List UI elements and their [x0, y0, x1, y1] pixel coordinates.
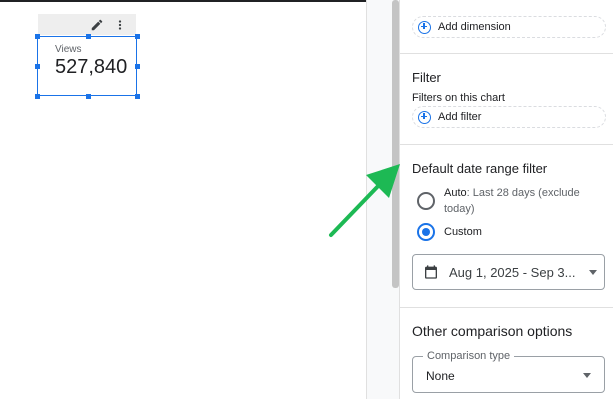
radio-custom-label[interactable]: Custom	[444, 224, 482, 240]
annotation-arrow-icon	[329, 164, 400, 237]
more-vert-icon[interactable]	[113, 18, 127, 32]
comparison-type-value: None	[426, 369, 455, 383]
add-dimension-button[interactable]: Add dimension	[412, 16, 606, 38]
section-divider	[400, 144, 613, 145]
widget-toolbar	[38, 14, 136, 35]
comparison-type-label: Comparison type	[423, 350, 515, 362]
resize-handle-w[interactable]	[35, 64, 40, 69]
date-range-picker[interactable]: Aug 1, 2025 - Sep 3...	[412, 254, 605, 290]
add-filter-label: Add filter	[438, 111, 482, 123]
resize-handle-n[interactable]	[86, 34, 91, 39]
add-circle-icon	[418, 110, 431, 124]
dropdown-arrow-icon	[589, 270, 597, 275]
comparison-section-title: Other comparison options	[412, 323, 573, 339]
scorecard-value: 527,840	[55, 56, 128, 78]
scorecard-views[interactable]: Views 527,840	[37, 36, 137, 96]
scorecard-label: Views	[55, 44, 82, 55]
section-divider	[400, 307, 613, 308]
pencil-icon[interactable]	[90, 18, 104, 32]
resize-handle-nw[interactable]	[35, 34, 40, 39]
scrollbar-thumb[interactable]	[392, 0, 399, 288]
resize-handle-se[interactable]	[135, 94, 140, 99]
auto-detail-line1: : Last 28 days (exclude	[466, 187, 580, 199]
section-divider	[400, 53, 613, 54]
comparison-type-select[interactable]: Comparison type None	[412, 350, 605, 393]
resize-handle-ne[interactable]	[135, 34, 140, 39]
add-dimension-label: Add dimension	[438, 21, 511, 33]
radio-custom[interactable]	[417, 223, 435, 241]
properties-panel: Add dimension Filter Filters on this cha…	[399, 0, 613, 399]
filter-subtitle: Filters on this chart	[412, 92, 505, 104]
auto-detail-line2: today)	[444, 203, 475, 215]
radio-auto-label[interactable]: Auto: Last 28 days (exclude today)	[444, 185, 580, 217]
auto-label: Auto	[444, 187, 467, 199]
add-circle-icon	[418, 20, 431, 34]
filter-section-title: Filter	[412, 70, 441, 85]
add-filter-button[interactable]: Add filter	[412, 106, 606, 128]
dropdown-arrow-icon	[583, 373, 591, 378]
resize-handle-s[interactable]	[86, 94, 91, 99]
date-range-value: Aug 1, 2025 - Sep 3...	[449, 265, 576, 280]
calendar-icon	[425, 265, 437, 279]
resize-handle-e[interactable]	[135, 64, 140, 69]
date-range-section-title: Default date range filter	[412, 161, 548, 176]
radio-auto[interactable]	[417, 192, 435, 210]
resize-handle-sw[interactable]	[35, 94, 40, 99]
